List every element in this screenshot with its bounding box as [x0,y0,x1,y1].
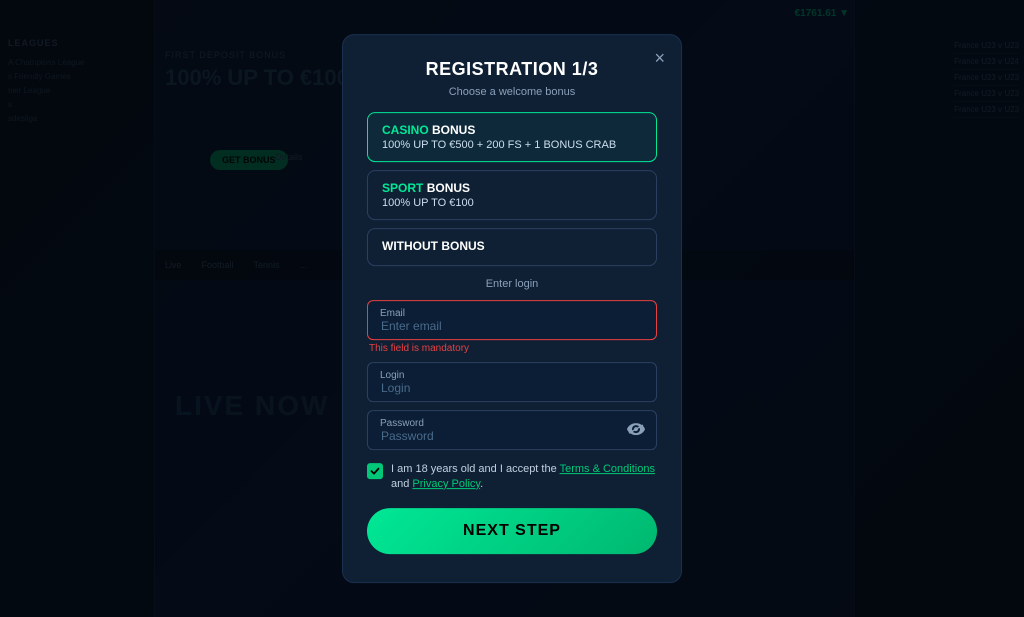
bonus-casino-suffix: BONUS [432,123,475,137]
bonus-sport-title: SPORT BONUS [382,181,642,195]
bonus-sport-highlight: SPORT [382,181,423,195]
terms-checkbox[interactable] [367,463,383,479]
privacy-link[interactable]: Privacy Policy [412,478,480,490]
bonus-option-sport[interactable]: SPORT BONUS 100% UP TO €100 [367,170,657,220]
bonus-casino-desc: 100% UP TO €500 + 200 FS + 1 BONUS CRAB [382,139,642,151]
terms-checkbox-row: I am 18 years old and I accept the Terms… [367,462,657,493]
bonus-casino-highlight: CASINO [382,123,429,137]
enter-login-label: Enter login [367,278,657,290]
close-button[interactable]: × [654,49,665,67]
bonus-none-title: WITHOUT BONUS [382,239,642,253]
next-step-button[interactable]: NEXT STEP [367,508,657,554]
modal-subtitle: Choose a welcome bonus [367,86,657,98]
terms-link[interactable]: Terms & Conditions [560,463,655,475]
login-field-group: Login [367,362,657,402]
password-input[interactable] [367,410,657,450]
password-toggle-icon[interactable] [627,422,645,438]
login-input[interactable] [367,362,657,402]
email-field-group: Email This field is mandatory [367,300,657,354]
registration-modal: × REGISTRATION 1/3 Choose a welcome bonu… [342,34,682,584]
terms-checkbox-label: I am 18 years old and I accept the Terms… [391,462,657,493]
terms-period: . [480,478,483,490]
bonus-sport-suffix: BONUS [427,181,470,195]
modal-title: REGISTRATION 1/3 [367,59,657,80]
bonus-casino-title: CASINO BONUS [382,123,642,137]
terms-and-text: and [391,478,412,490]
password-field-group: Password [367,410,657,450]
bonus-option-casino[interactable]: CASINO BONUS 100% UP TO €500 + 200 FS + … [367,112,657,162]
email-input[interactable] [367,300,657,340]
terms-label-text: I am 18 years old and I accept the [391,463,560,475]
bonus-option-none[interactable]: WITHOUT BONUS [367,228,657,266]
email-error-msg: This field is mandatory [367,343,657,354]
bonus-sport-desc: 100% UP TO €100 [382,197,642,209]
